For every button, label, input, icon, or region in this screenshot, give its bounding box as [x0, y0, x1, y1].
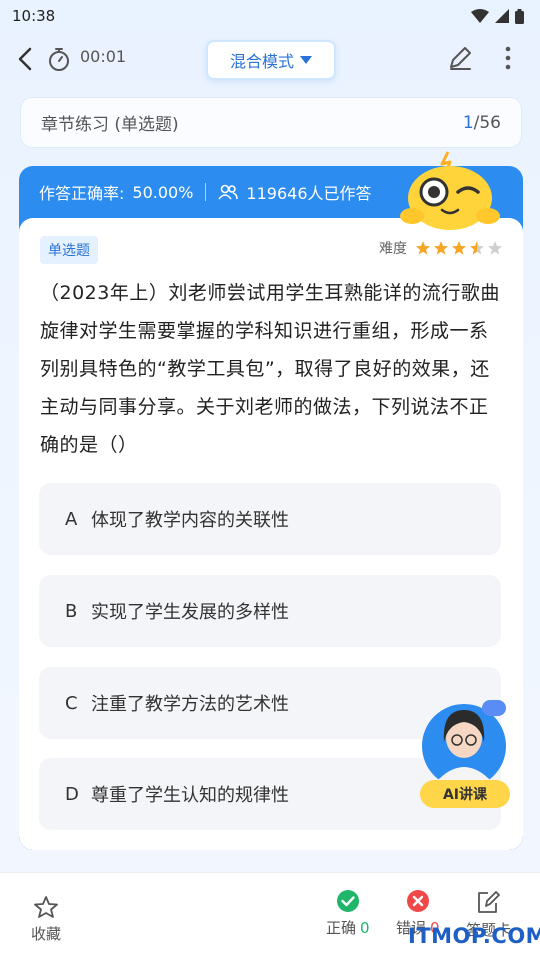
star-outline-icon — [34, 896, 58, 918]
difficulty-rating: 难度 — [379, 238, 503, 258]
option-letter: B — [65, 600, 78, 622]
status-time: 10:38 — [12, 7, 56, 25]
correct-count: 0 — [360, 919, 370, 937]
status-bar: 10:38 — [0, 0, 540, 32]
battery-icon — [515, 8, 524, 24]
top-nav: 00:01 混合模式 — [0, 36, 540, 82]
option-b[interactable]: B 实现了学生发展的多样性 — [39, 575, 501, 647]
difficulty-stars — [415, 240, 503, 256]
pen-icon[interactable] — [446, 44, 474, 72]
star-icon — [434, 241, 448, 255]
correct-stat: 正确 0 — [326, 889, 370, 938]
watermark: ITMOP.COM — [408, 924, 540, 948]
star-icon — [452, 241, 466, 255]
option-letter: C — [65, 692, 78, 714]
mascot-icon — [400, 151, 500, 230]
status-icons — [471, 8, 524, 24]
option-a[interactable]: A 体现了教学内容的关联性 — [39, 483, 501, 555]
difficulty-label: 难度 — [379, 241, 407, 257]
stopwatch-icon — [49, 48, 69, 71]
chapter-bar: 章节练习 (单选题) 1/56 — [20, 97, 522, 148]
back-arrow-icon[interactable] — [14, 46, 38, 72]
ai-label: AI讲课 — [420, 780, 510, 808]
star-icon — [488, 241, 502, 255]
answered-count: 119646人已作答 — [246, 184, 372, 203]
option-letter: A — [65, 508, 78, 530]
answer-stats: 作答正确率: 50.00% 119646人已作答 — [39, 180, 372, 204]
check-circle-icon — [336, 890, 359, 912]
chapter-title: 章节练习 (单选题) — [41, 115, 179, 135]
wifi-icon — [471, 9, 489, 23]
option-letter: D — [65, 783, 79, 805]
star-icon — [470, 241, 484, 255]
elapsed-timer: 00:01 — [80, 47, 127, 66]
caret-down-icon — [300, 56, 312, 64]
ai-teacher-avatar-icon — [422, 700, 506, 788]
progress-current: 1 — [462, 112, 474, 133]
option-text: 实现了学生发展的多样性 — [91, 602, 289, 623]
option-text: 注重了教学方法的艺术性 — [91, 694, 289, 715]
favorite-button[interactable]: 收藏 — [26, 895, 66, 944]
more-vertical-icon[interactable] — [496, 44, 520, 72]
accuracy-value: 50.00% — [132, 182, 194, 202]
question-text: （2023年上）刘老师尝试用学生耳熟能详的流行歌曲旋律对学生需要掌握的学科知识进… — [40, 282, 500, 456]
mode-label: 混合模式 — [229, 52, 294, 71]
progress-total: /56 — [473, 112, 501, 133]
question-type-badge: 单选题 — [40, 236, 98, 264]
option-text: 体现了教学内容的关联性 — [91, 510, 289, 531]
ai-lecture-button[interactable]: AI讲课 — [418, 694, 514, 810]
option-text: 尊重了学生认知的规律性 — [91, 785, 289, 806]
mode-selector[interactable]: 混合模式 — [206, 40, 336, 80]
stats-divider — [205, 183, 207, 201]
correct-label: 正确 — [326, 919, 357, 937]
star-icon — [416, 241, 430, 255]
signal-icon — [495, 9, 509, 23]
x-circle-icon — [406, 890, 429, 912]
accuracy-label: 作答正确率: — [39, 184, 125, 203]
question-progress: 1/56 — [463, 113, 501, 133]
favorite-label: 收藏 — [30, 925, 61, 943]
edit-sheet-icon — [477, 891, 500, 913]
users-icon — [218, 184, 239, 200]
